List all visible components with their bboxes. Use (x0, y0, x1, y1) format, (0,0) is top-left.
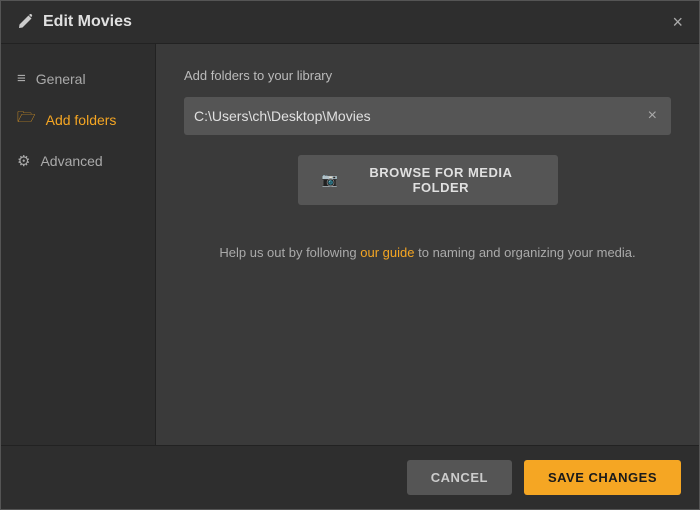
title-bar-left: Edit Movies (17, 13, 132, 31)
sidebar-item-advanced-label: Advanced (40, 153, 102, 169)
browse-camera-icon: 📷 (322, 172, 339, 188)
edit-movies-dialog: Edit Movies × ≡ General 🗁 Add folders ⚙ … (0, 0, 700, 510)
general-icon: ≡ (17, 70, 26, 87)
gear-icon: ⚙ (17, 152, 30, 170)
sidebar-item-add-folders[interactable]: 🗁 Add folders (1, 97, 155, 142)
sidebar-item-add-folders-label: Add folders (46, 112, 117, 128)
dialog-body: ≡ General 🗁 Add folders ⚙ Advanced Add f… (1, 44, 699, 445)
guide-text-before: Help us out by following (219, 245, 360, 260)
dialog-title: Edit Movies (43, 13, 132, 31)
guide-text: Help us out by following our guide to na… (184, 245, 671, 260)
browse-media-folder-button[interactable]: 📷 BROWSE FOR MEDIA FOLDER (298, 155, 558, 205)
main-content: Add folders to your library × 📷 BROWSE F… (156, 44, 699, 445)
folder-input-row: × (184, 97, 671, 135)
folder-path-input[interactable] (194, 108, 644, 124)
pencil-icon (17, 14, 33, 30)
close-button[interactable]: × (672, 13, 683, 31)
guide-text-after: to naming and organizing your media. (415, 245, 636, 260)
folder-icon: 🗁 (17, 107, 36, 132)
clear-folder-button[interactable]: × (644, 107, 661, 125)
section-label: Add folders to your library (184, 68, 671, 83)
cancel-button[interactable]: CANCEL (407, 460, 512, 495)
sidebar: ≡ General 🗁 Add folders ⚙ Advanced (1, 44, 156, 445)
sidebar-item-general-label: General (36, 71, 86, 87)
browse-button-label: BROWSE FOR MEDIA FOLDER (348, 165, 533, 195)
sidebar-item-advanced[interactable]: ⚙ Advanced (1, 142, 155, 180)
title-bar: Edit Movies × (1, 1, 699, 44)
sidebar-item-general[interactable]: ≡ General (1, 60, 155, 97)
dialog-footer: CANCEL SAVE CHANGES (1, 445, 699, 509)
save-changes-button[interactable]: SAVE CHANGES (524, 460, 681, 495)
our-guide-link[interactable]: our guide (360, 245, 414, 260)
